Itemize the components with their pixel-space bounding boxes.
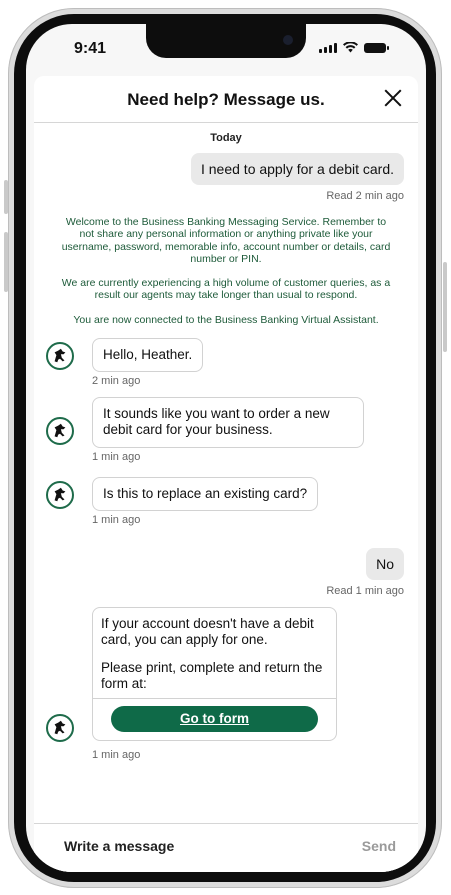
user-message: I need to apply for a debit card. (190, 153, 404, 185)
bot-message-row: It sounds like you want to order a new d… (34, 397, 418, 448)
close-icon[interactable] (382, 87, 404, 109)
status-icons (319, 42, 389, 53)
wifi-icon (343, 42, 358, 53)
bot-message-row: Is this to replace an existing card? (34, 476, 418, 511)
system-message: Welcome to the Business Banking Messagin… (34, 216, 418, 326)
card-paragraph: Please print, complete and return the fo… (101, 660, 323, 692)
bot-message: Is this to replace an existing card? (92, 476, 319, 511)
page-title: Need help? Message us. (127, 90, 325, 109)
message-time: 1 min ago (92, 749, 141, 762)
chat-header: Need help? Message us. (34, 76, 418, 123)
system-paragraph: We are currently experiencing a high vol… (61, 277, 391, 302)
system-paragraph: Welcome to the Business Banking Messagin… (61, 216, 391, 265)
notch (146, 24, 306, 58)
black-horse-icon (46, 480, 74, 509)
user-message-row: I need to apply for a debit card. (34, 153, 418, 185)
message-input[interactable]: Write a message (64, 838, 174, 854)
go-to-form-button[interactable]: Go to form (111, 706, 318, 733)
screen: 9:41 Need help? Message us. Today I need… (26, 24, 426, 872)
message-composer: Write a message Send (34, 823, 418, 872)
volume-down-button (4, 232, 8, 292)
volume-up-button (4, 180, 8, 214)
chat-panel: Need help? Message us. Today I need to a… (34, 76, 418, 872)
system-paragraph: You are now connected to the Business Ba… (73, 313, 379, 326)
black-horse-icon (46, 714, 74, 743)
card-footer: Go to form (93, 698, 336, 740)
card-text: If your account doesn't have a debit car… (93, 608, 336, 699)
camera-icon (283, 35, 293, 45)
power-button (443, 262, 447, 352)
bot-card: If your account doesn't have a debit car… (92, 606, 337, 742)
card-paragraph: If your account doesn't have a debit car… (101, 615, 314, 647)
black-horse-icon (46, 417, 74, 446)
send-button[interactable]: Send (362, 838, 396, 854)
signal-icon (319, 43, 337, 53)
user-message: No (366, 547, 404, 580)
read-receipt: Read 1 min ago (326, 584, 404, 597)
date-separator: Today (210, 132, 242, 144)
message-time: 2 min ago (92, 375, 141, 388)
black-horse-icon (46, 341, 74, 370)
user-message-row: No (34, 547, 418, 580)
bot-message-row: Hello, Heather. (34, 337, 418, 373)
message-time: 1 min ago (92, 513, 141, 526)
message-time: 1 min ago (92, 450, 141, 463)
bot-card-row: If your account doesn't have a debit car… (34, 606, 418, 747)
bot-message: It sounds like you want to order a new d… (92, 397, 364, 448)
read-receipt: Read 2 min ago (326, 190, 404, 202)
bot-message: Hello, Heather. (92, 337, 204, 373)
status-time: 9:41 (74, 40, 107, 57)
battery-icon (364, 43, 389, 53)
